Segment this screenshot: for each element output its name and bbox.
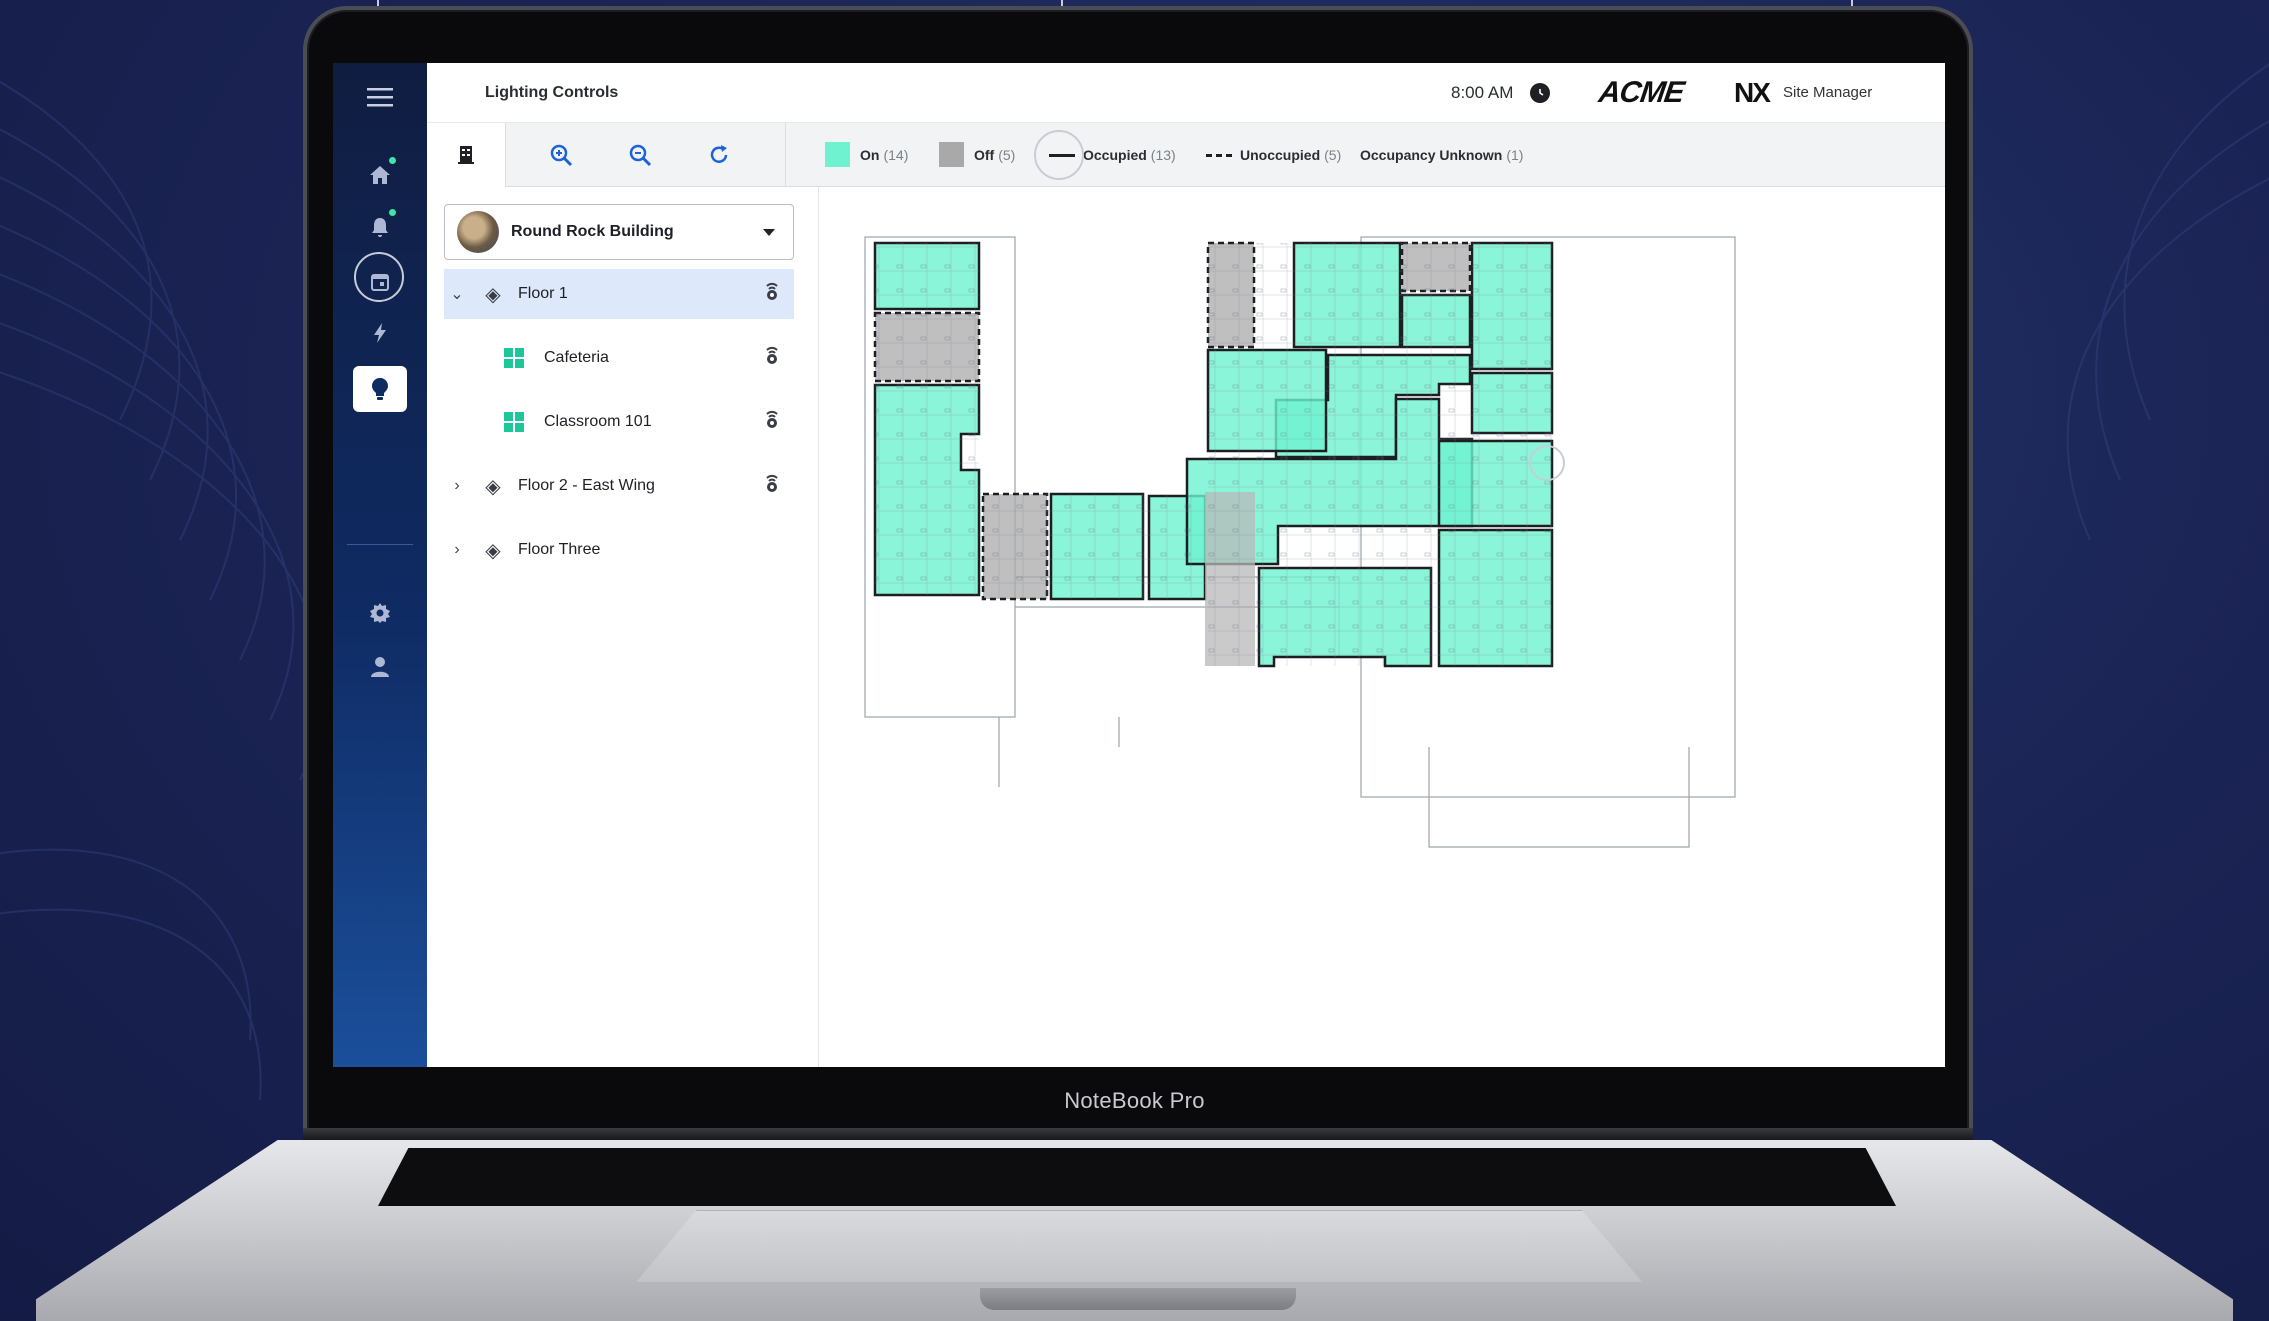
tree-item-label: Floor 1: [518, 285, 568, 302]
nav-rail: [333, 63, 427, 1067]
location-panel: Round Rock Building ⌄ ◈ Floor 1 Cafeteri…: [427, 187, 819, 1067]
legend-off-count: (5): [998, 146, 1016, 163]
legend-unknown: Occupancy Unknown (1): [1360, 147, 1523, 163]
product-name: Site Manager: [1783, 84, 1873, 101]
legend-unknown-count: (1): [1506, 147, 1524, 163]
sensor-icon[interactable]: [764, 281, 780, 308]
app-header: Lighting Controls 8:00 AM ACME NX Site M…: [427, 63, 1945, 123]
keyboard: [378, 1148, 1896, 1206]
clock-icon: [1530, 82, 1550, 103]
bolt-icon[interactable]: [360, 313, 400, 353]
building-name: Round Rock Building: [511, 223, 674, 240]
callout-ring-legend: [1034, 130, 1084, 180]
chevron-right-icon[interactable]: ›: [446, 477, 468, 495]
legend-on-swatch: [825, 142, 850, 167]
sensor-icon[interactable]: [764, 473, 780, 500]
layers-icon: ◈: [485, 539, 501, 562]
nx-logo: NX: [1734, 76, 1771, 108]
layers-icon: ◈: [485, 283, 501, 306]
user-icon[interactable]: [360, 647, 400, 687]
menu-icon[interactable]: [360, 77, 400, 117]
trackpad: [636, 1210, 1642, 1282]
floor-plan: [864, 236, 1736, 848]
legend-off-label: Off: [974, 146, 995, 163]
home-icon[interactable]: [360, 155, 400, 195]
dashed-line-icon: [1206, 153, 1232, 157]
legend-unknown-label: Occupancy Unknown: [1360, 147, 1503, 163]
legend-off: Off (5): [939, 142, 1015, 167]
lightbulb-icon[interactable]: [353, 366, 407, 412]
building-thumbnail: [457, 211, 499, 253]
legend-unoccupied-label: Unoccupied: [1240, 147, 1321, 163]
chevron-right-icon[interactable]: ›: [446, 541, 468, 559]
tree-item-label: Cafeteria: [544, 349, 609, 366]
notification-dot: [389, 209, 396, 216]
layers-icon: ◈: [485, 475, 501, 498]
zoom-out-icon[interactable]: [622, 137, 658, 173]
notification-dot: [389, 157, 396, 164]
legend-off-swatch: [939, 142, 964, 167]
laptop-notch: [980, 1288, 1296, 1310]
tree-item-floor-1[interactable]: ⌄ ◈ Floor 1: [444, 269, 794, 319]
legend-unoccupied-count: (5): [1324, 147, 1342, 163]
legend-occupied-label: Occupied: [1083, 147, 1147, 163]
tree-item-cafeteria[interactable]: Cafeteria: [444, 333, 794, 383]
app-screen: Lighting Controls 8:00 AM ACME NX Site M…: [333, 63, 1945, 1067]
zone-icon: [504, 348, 524, 368]
legend-on-label: On: [860, 146, 880, 163]
legend-occupied-count: (13): [1150, 147, 1176, 163]
tree-item-classroom-101[interactable]: Classroom 101: [444, 397, 794, 447]
rail-divider: [347, 544, 413, 545]
sensor-icon[interactable]: [764, 345, 780, 372]
tree-item-label: Floor 2 - East Wing: [518, 477, 655, 494]
zoom-in-icon[interactable]: [543, 137, 579, 173]
sensor-icon[interactable]: [764, 409, 780, 436]
laptop-hinge: [303, 1128, 1973, 1142]
current-time: 8:00 AM: [1451, 82, 1514, 102]
acme-logo: ACME: [1596, 75, 1686, 109]
tree-item-label: Classroom 101: [544, 413, 652, 430]
tree-item-label: Floor Three: [518, 541, 601, 558]
legend-on: On (14): [825, 142, 908, 167]
gear-icon[interactable]: [360, 593, 400, 633]
refresh-icon[interactable]: [701, 137, 737, 173]
chevron-down-icon[interactable]: ⌄: [446, 284, 468, 304]
device-label: NoteBook Pro: [1064, 1088, 1205, 1113]
tree-item-floor-three[interactable]: › ◈ Floor Three: [444, 525, 794, 575]
page-title: Lighting Controls: [485, 83, 619, 101]
building-view-icon[interactable]: [427, 123, 506, 188]
chevron-down-icon: [763, 228, 775, 236]
legend-on-count: (14): [883, 146, 909, 163]
toolbar-divider: [785, 123, 786, 187]
floor-plan-map[interactable]: [819, 187, 1945, 1067]
zone-icon: [504, 412, 524, 432]
tree-item-floor-2[interactable]: › ◈ Floor 2 - East Wing: [444, 461, 794, 511]
building-select[interactable]: Round Rock Building: [444, 204, 794, 260]
callout-ring-calendar: [354, 252, 404, 302]
map-toolbar: On (14) Off (5) Occupied (13) Unoccupied…: [427, 123, 1945, 188]
bell-icon[interactable]: [360, 207, 400, 247]
legend-unoccupied: Unoccupied (5): [1206, 147, 1341, 163]
